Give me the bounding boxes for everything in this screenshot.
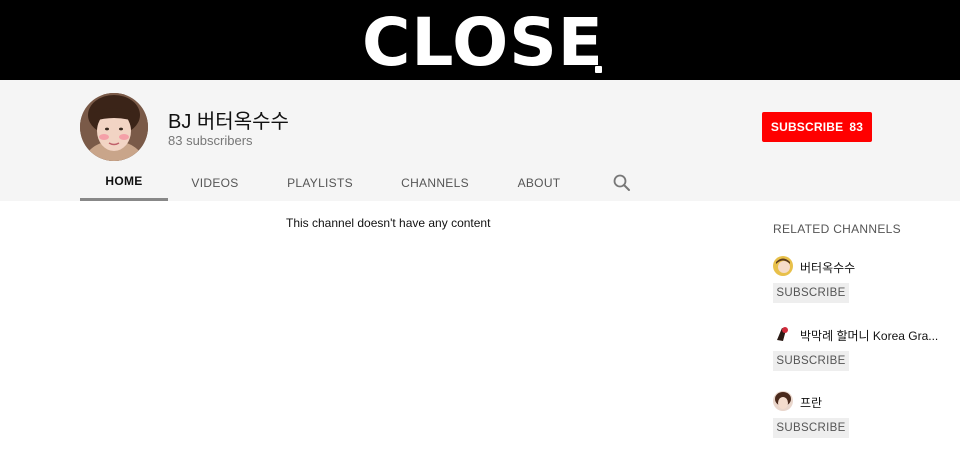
- banner-logo-text: CLOSE: [362, 4, 604, 81]
- subscribe-label: SUBSCRIBE: [770, 120, 844, 134]
- channel-avatar[interactable]: [80, 93, 148, 161]
- subscribe-count: 83: [849, 120, 864, 134]
- search-icon[interactable]: [612, 173, 632, 193]
- tab-about[interactable]: ABOUT: [504, 164, 574, 201]
- channel-header: BJ 버터옥수수 83 subscribers SUBSCRIBE 83 HOM…: [0, 80, 960, 201]
- tab-videos[interactable]: VIDEOS: [172, 164, 258, 201]
- related-channel-name[interactable]: 프란: [800, 394, 822, 411]
- channel-title: BJ 버터옥수수: [168, 111, 289, 133]
- related-channel-avatar[interactable]: [773, 391, 793, 411]
- related-subscribe-button[interactable]: SUBSCRIBE: [773, 351, 849, 371]
- banner-logo-dot: [595, 66, 602, 73]
- related-channel-name[interactable]: 버터옥수수: [800, 259, 855, 276]
- subscribe-button[interactable]: SUBSCRIBE 83: [762, 112, 872, 142]
- tab-playlists[interactable]: PLAYLISTS: [276, 164, 364, 201]
- related-channels-title: RELATED CHANNELS: [773, 222, 901, 236]
- related-channel-avatar[interactable]: [773, 256, 793, 276]
- related-subscribe-button[interactable]: SUBSCRIBE: [773, 418, 849, 438]
- channel-banner: CLOSE: [0, 0, 960, 80]
- empty-content-message: This channel doesn't have any content: [286, 216, 491, 230]
- related-channel-avatar[interactable]: [773, 324, 793, 344]
- channel-tabs: HOME VIDEOS PLAYLISTS CHANNELS ABOUT: [80, 164, 680, 201]
- related-channel-name[interactable]: 박막례 할머니 Korea Gra...: [800, 327, 938, 344]
- tab-channels[interactable]: CHANNELS: [390, 164, 480, 201]
- tab-home[interactable]: HOME: [80, 164, 168, 201]
- subscriber-count: 83 subscribers: [168, 133, 253, 148]
- related-subscribe-button[interactable]: SUBSCRIBE: [773, 283, 849, 303]
